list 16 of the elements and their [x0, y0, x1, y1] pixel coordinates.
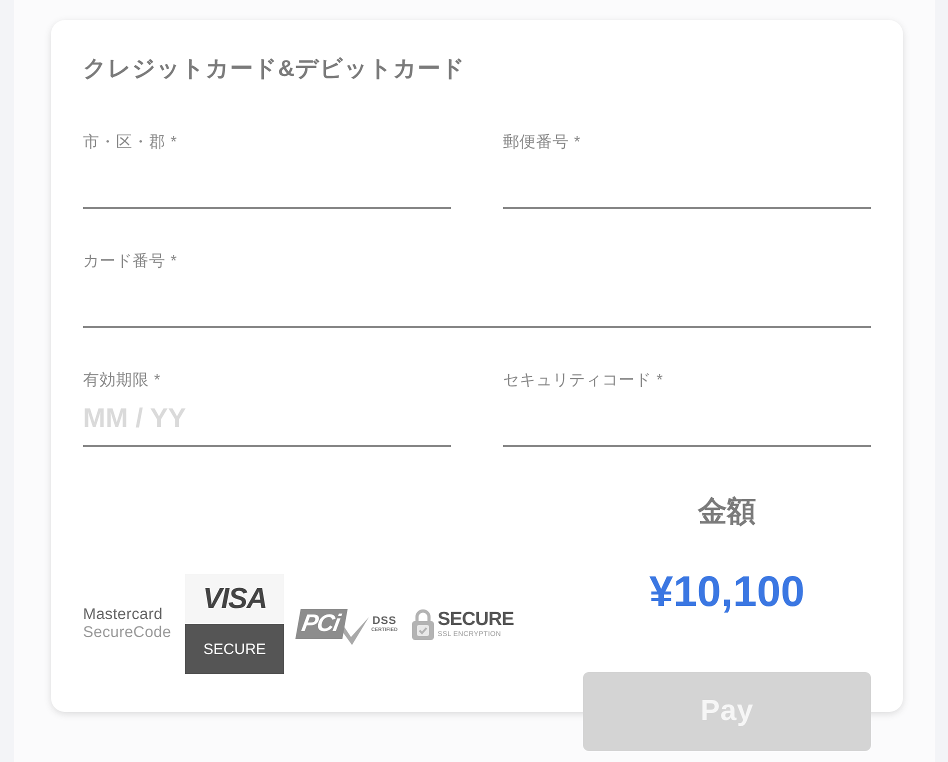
- secure-caption: SECURE: [185, 624, 284, 674]
- amount-label: 金額: [698, 495, 756, 529]
- pci-logo-mark: PCi: [296, 609, 348, 639]
- field-label: 郵便番号 *: [503, 133, 582, 153]
- field-label: 市・区・郡 *: [83, 133, 178, 153]
- form-title: クレジットカード&デビットカード: [83, 54, 467, 83]
- secure-wordmark: SECURE: [438, 610, 514, 630]
- padlock-icon: [412, 608, 434, 640]
- field-label: 有効期限 *: [83, 371, 162, 391]
- visa-wordmark: VISA: [202, 582, 268, 616]
- field-label: セキュリティコード *: [503, 371, 664, 391]
- field-label: カード番号 *: [83, 252, 178, 272]
- dss-certified-text: DSS: [372, 616, 396, 626]
- mastercard-securecode-text: SecureCode: [83, 624, 172, 642]
- amount-value: ¥10,100: [649, 567, 805, 617]
- mastercard-securecode-text: Mastercard: [83, 606, 164, 624]
